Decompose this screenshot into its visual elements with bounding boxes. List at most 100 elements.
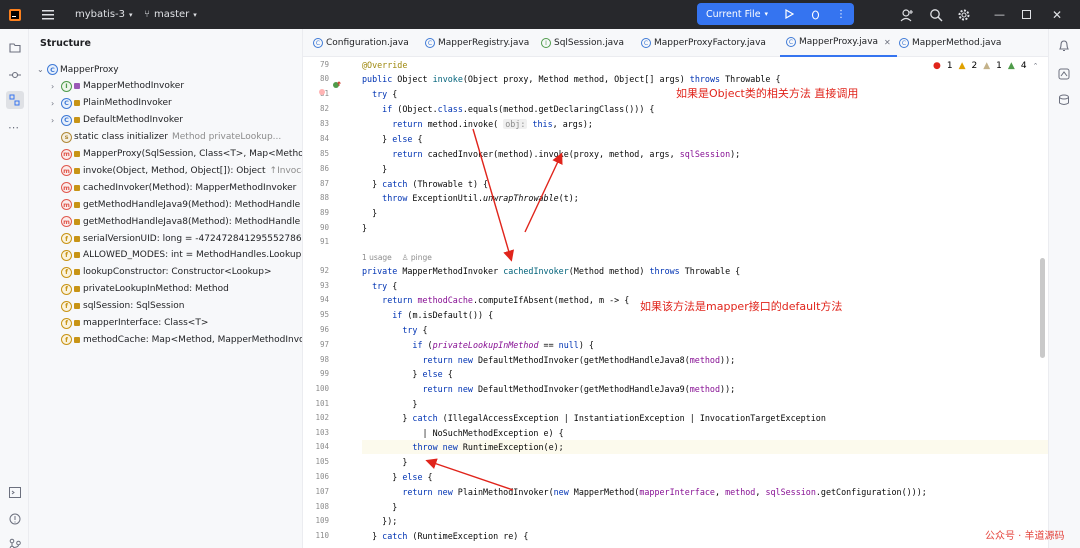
- chevron-down-icon: ▾: [193, 10, 197, 19]
- structure-item-detail: ↑Invocatio: [269, 165, 302, 176]
- debug-button[interactable]: [802, 3, 828, 25]
- editor-tab[interactable]: C MapperProxyFactory.java: [635, 29, 772, 57]
- structure-title: Structure: [40, 38, 91, 49]
- code-editor[interactable]: 7980818283848586878889909192939495969798…: [303, 57, 1048, 548]
- problems-icon[interactable]: [9, 510, 21, 529]
- visibility-lock-icon: [74, 184, 80, 191]
- method-icon: m: [61, 182, 72, 194]
- editor-scrollbar[interactable]: [1040, 258, 1045, 358]
- add-user-icon[interactable]: [900, 0, 914, 29]
- field-icon: f: [61, 283, 72, 295]
- chevron-down-icon[interactable]: ⌄: [37, 65, 47, 74]
- class-icon: C: [61, 97, 72, 109]
- structure-item-label: privateLookupInMethod: Method: [83, 284, 229, 295]
- field-icon: f: [61, 249, 72, 261]
- arrow-to-cached-invoker: [472, 128, 515, 262]
- structure-item[interactable]: f serialVersionUID: long = -4724728412955…: [51, 230, 302, 247]
- visibility-lock-icon: [74, 252, 80, 259]
- more-actions-button[interactable]: ⋮: [828, 3, 854, 25]
- field-icon: f: [61, 233, 72, 244]
- visibility-lock-icon: [74, 100, 80, 107]
- structure-item[interactable]: f privateLookupInMethod: Method: [51, 281, 229, 298]
- structure-item-label: DefaultMethodInvoker: [83, 115, 183, 126]
- structure-item-detail: Method privateLookup...: [172, 132, 282, 143]
- database-icon[interactable]: [1058, 91, 1070, 110]
- folder-icon[interactable]: [9, 38, 21, 57]
- structure-item-label: ALLOWED_MODES: int = MethodHandles.Looku…: [83, 250, 303, 261]
- search-icon[interactable]: [929, 0, 943, 29]
- structure-item[interactable]: m getMethodHandleJava8(Method): MethodHan…: [51, 213, 300, 230]
- editor-tab[interactable]: C MapperMethod.java: [893, 29, 1007, 57]
- structure-item-label: PlainMethodInvoker: [83, 98, 172, 109]
- inspection-widget[interactable]: ● 1 ▲ 2 ▲ 1 ▲ 4 ⌃: [933, 61, 1038, 71]
- more-vertical-icon: ⋮: [836, 8, 846, 20]
- maven-icon[interactable]: [1058, 65, 1070, 84]
- structure-item[interactable]: › C PlainMethodInvoker: [51, 95, 172, 112]
- structure-item[interactable]: ⌄ C MapperProxy: [37, 61, 119, 78]
- interface-icon: I: [541, 38, 551, 48]
- structure-item[interactable]: f mapperInterface: Class<T>: [51, 315, 208, 332]
- maximize-icon[interactable]: [1022, 0, 1031, 29]
- notifications-icon[interactable]: [1058, 37, 1070, 56]
- chevron-right-icon[interactable]: ›: [51, 99, 61, 108]
- minimize-icon[interactable]: —: [994, 0, 1005, 29]
- editor-tab[interactable]: C Configuration.java: [307, 29, 415, 57]
- structure-panel: Structure ⌄ C MapperProxy › I MapperMethodInv…: [29, 29, 303, 548]
- structure-item-label: mapperInterface: Class<T>: [83, 318, 209, 328]
- tab-label: MapperProxy.java: [799, 37, 879, 47]
- structure-item-label: sqlSession: SqlSession: [83, 301, 185, 312]
- run-config-label: Current File: [705, 8, 761, 20]
- structure-item-label: getMethodHandleJava9(Method): MethodHand…: [83, 199, 301, 210]
- visibility-lock-icon: [74, 218, 80, 225]
- tab-label: MapperRegistry.java: [438, 38, 530, 48]
- gear-icon[interactable]: [957, 0, 971, 29]
- commit-icon[interactable]: [9, 66, 21, 85]
- structure-item[interactable]: m invoke(Object, Method, Object[]): Objec…: [51, 162, 302, 179]
- class-icon: C: [899, 38, 909, 48]
- structure-item[interactable]: f lookupConstructor: Constructor<Lookup>: [51, 264, 272, 281]
- tab-label: MapperMethod.java: [912, 38, 1002, 48]
- class-icon: C: [313, 38, 323, 48]
- structure-item[interactable]: m getMethodHandleJava9(Method): MethodHan…: [51, 196, 300, 213]
- structure-item[interactable]: f methodCache: Map<Method, MapperMethodIn…: [51, 331, 302, 348]
- git-icon[interactable]: [9, 535, 21, 548]
- editor-tab[interactable]: C MapperRegistry.java: [419, 29, 535, 57]
- chevron-right-icon[interactable]: ›: [51, 82, 61, 91]
- run-button[interactable]: [776, 3, 802, 25]
- structure-item[interactable]: s static class initializer Method privateL…: [51, 129, 281, 146]
- run-config-selector[interactable]: Current File ▾: [697, 3, 777, 25]
- structure-item[interactable]: m MapperProxy(SqlSession, Class<T>, Map<M…: [51, 146, 302, 163]
- visibility-lock-icon: [74, 286, 80, 293]
- chevron-right-icon[interactable]: ›: [51, 116, 61, 125]
- app-logo-icon[interactable]: [8, 0, 22, 29]
- more-horizontal-icon[interactable]: ⋯: [8, 121, 19, 134]
- structure-item[interactable]: f ALLOWED_MODES: int = MethodHandles.Look…: [51, 247, 303, 264]
- structure-item-label: cachedInvoker(Method): MapperMethodInvok…: [83, 182, 297, 193]
- structure-item[interactable]: › I MapperMethodInvoker: [51, 78, 184, 95]
- class-icon: C: [47, 64, 58, 75]
- structure-item[interactable]: m cachedInvoker(Method): MapperMethodInvo…: [51, 179, 296, 196]
- typo-icon: ▲: [1007, 61, 1015, 71]
- structure-item[interactable]: › C DefaultMethodInvoker: [51, 112, 183, 129]
- method-icon: m: [61, 165, 72, 177]
- error-icon: ●: [933, 61, 941, 71]
- chevron-up-icon[interactable]: ⌃: [1033, 62, 1039, 70]
- field-icon: f: [61, 266, 72, 278]
- arrow-to-invoke: [524, 152, 563, 233]
- class-icon: C: [786, 37, 796, 47]
- visibility-lock-icon: [74, 117, 80, 124]
- close-icon[interactable]: ✕: [1052, 0, 1062, 29]
- close-tab-icon[interactable]: ✕: [884, 38, 891, 47]
- class-icon: C: [61, 114, 72, 126]
- editor-tab[interactable]: C MapperProxy.java ✕: [780, 29, 897, 57]
- branch-selector[interactable]: ⑂ master ▾: [144, 0, 197, 29]
- main-menu-icon[interactable]: [42, 0, 54, 29]
- visibility-lock-icon: [74, 235, 80, 242]
- structure-item[interactable]: f sqlSession: SqlSession: [51, 298, 184, 315]
- typo-count: 4: [1020, 61, 1027, 71]
- editor-tab[interactable]: I SqlSession.java: [535, 29, 630, 57]
- debug-icon: [811, 9, 819, 20]
- project-selector[interactable]: mybatis-3 ▾: [75, 0, 133, 29]
- structure-tool-icon[interactable]: [6, 91, 24, 109]
- terminal-icon[interactable]: [9, 483, 21, 502]
